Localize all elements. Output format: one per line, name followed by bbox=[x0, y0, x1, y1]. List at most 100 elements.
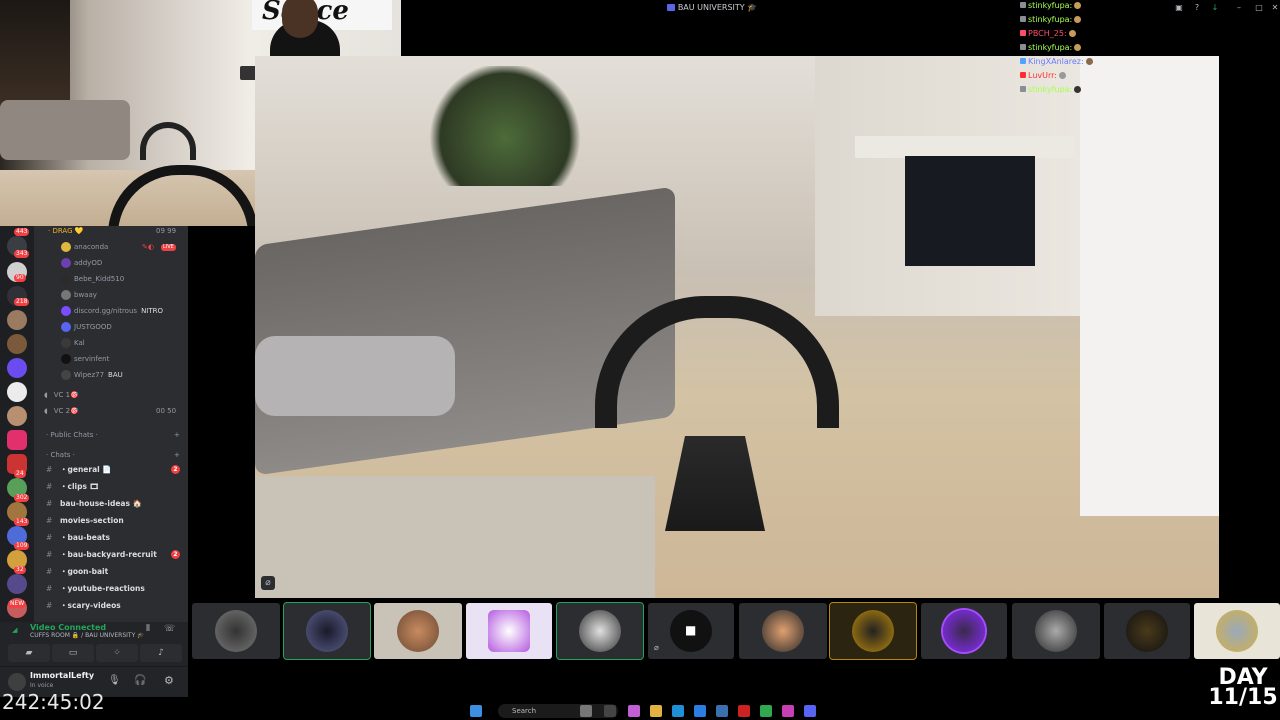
participant-tile[interactable] bbox=[829, 602, 917, 660]
unread-count: 2 bbox=[171, 465, 180, 474]
voice-user[interactable]: discord.gg/nitrous NITRO bbox=[61, 304, 228, 318]
participant-tile[interactable] bbox=[192, 603, 280, 659]
voice-user[interactable]: JUSTGOOD bbox=[61, 320, 228, 334]
disconnect-icon[interactable]: ☏ bbox=[164, 624, 175, 634]
participant-tile[interactable] bbox=[556, 602, 644, 660]
taskbar-app-icon[interactable] bbox=[738, 705, 750, 717]
channel-name: ・goon-bait bbox=[60, 567, 109, 576]
taskbar-app-icon[interactable] bbox=[580, 705, 592, 717]
voice-user[interactable]: addyOD bbox=[61, 256, 228, 270]
file-explorer-icon[interactable] bbox=[650, 705, 662, 717]
camera-icon: ■ bbox=[685, 623, 697, 637]
voice-location[interactable]: CUFFS ROOM 🔒 / BAU UNIVERSITY 🎓 bbox=[30, 632, 145, 640]
chrome-icon[interactable] bbox=[760, 705, 772, 717]
channel-name: ・youtube-reactions bbox=[60, 584, 145, 593]
text-channel[interactable]: # bau-house-ideas 🏠 bbox=[46, 497, 188, 511]
headphones-icon[interactable]: 🎧 bbox=[134, 675, 146, 686]
mic-icon[interactable]: 🎙 bbox=[108, 675, 121, 686]
server-icon[interactable] bbox=[7, 334, 27, 354]
voice-user[interactable]: servinfent bbox=[61, 352, 228, 366]
taskbar-app-icon[interactable] bbox=[628, 705, 640, 717]
avatar bbox=[61, 338, 71, 348]
discord-icon[interactable] bbox=[804, 705, 816, 717]
start-icon[interactable] bbox=[470, 705, 482, 717]
server-icon[interactable] bbox=[7, 358, 27, 378]
user-name: JUSTGOOD bbox=[74, 323, 112, 331]
user-name: bwaay bbox=[74, 291, 97, 299]
camera-button[interactable]: ▰ bbox=[8, 644, 50, 662]
taskbar-app-icon[interactable] bbox=[716, 705, 728, 717]
inbox-icon[interactable]: ▣ bbox=[1174, 3, 1184, 13]
voice-user[interactable]: Wipez77 BAU bbox=[61, 368, 228, 382]
participant-tile[interactable] bbox=[1194, 603, 1280, 659]
instagram-icon[interactable] bbox=[7, 430, 27, 450]
activities-button[interactable]: ⁘ bbox=[96, 644, 138, 662]
muted-mic-icon[interactable]: ⌀ bbox=[261, 576, 275, 590]
channel-category-drag[interactable]: · DRAG 💛 09 99 bbox=[48, 224, 202, 238]
live-badge: LIVE bbox=[161, 244, 176, 251]
taskbar-app-icon[interactable] bbox=[694, 705, 706, 717]
participant-tile[interactable] bbox=[739, 603, 827, 659]
participant-tile[interactable] bbox=[921, 603, 1007, 659]
text-channel[interactable]: # ・bau-backyard-recruit 2 bbox=[46, 548, 188, 562]
participant-tile[interactable] bbox=[466, 603, 552, 659]
server-list: 443 343 90 218 24 302 143 109 32 NEW bbox=[0, 226, 34, 622]
participant-tile[interactable] bbox=[374, 603, 462, 659]
text-channel[interactable]: # ・clips 🎞 bbox=[46, 480, 188, 494]
avatar bbox=[61, 242, 71, 252]
maximize-button[interactable]: □ bbox=[1254, 3, 1264, 13]
taskbar-app-icon[interactable] bbox=[782, 705, 794, 717]
voice-channel-vc1[interactable]: ◖ VC 1🎯 bbox=[44, 388, 198, 402]
emote-icon bbox=[1085, 58, 1093, 65]
add-channel-icon[interactable]: + bbox=[174, 428, 180, 442]
avatar bbox=[397, 610, 439, 652]
server-icon[interactable] bbox=[7, 406, 27, 426]
minimize-button[interactable]: – bbox=[1234, 3, 1244, 13]
help-icon[interactable]: ? bbox=[1192, 3, 1202, 13]
new-badge: NEW bbox=[8, 600, 27, 608]
close-button[interactable]: ✕ bbox=[1270, 3, 1280, 13]
server-icon[interactable] bbox=[7, 310, 27, 330]
taskbar-search[interactable]: Search bbox=[498, 704, 618, 718]
voice-user[interactable]: anaconda ✎◐ LIVE bbox=[61, 240, 228, 254]
participant-tile[interactable] bbox=[1012, 603, 1100, 659]
soundboard-button[interactable]: ♪ bbox=[140, 644, 182, 662]
channel-name: ・clips 🎞 bbox=[60, 482, 100, 491]
hash-icon: # bbox=[46, 550, 53, 559]
text-channel[interactable]: # ・goon-bait bbox=[46, 565, 188, 579]
text-channel[interactable]: # movies-section bbox=[46, 514, 188, 528]
participant-tile[interactable] bbox=[283, 602, 371, 660]
voice-user[interactable]: bwaay bbox=[61, 288, 228, 302]
text-channel[interactable]: # ・scary-videos bbox=[46, 599, 188, 613]
vc2-counts: 00 50 bbox=[156, 407, 177, 415]
gear-icon[interactable]: ⚙ bbox=[164, 674, 174, 687]
voice-user[interactable]: Bebe_Kidd510 bbox=[61, 272, 228, 286]
screen-share-button[interactable]: ▭ bbox=[52, 644, 94, 662]
text-channel[interactable]: # ・general 📄 2 bbox=[46, 463, 188, 477]
noise-suppression-icon[interactable]: ⦀ bbox=[146, 624, 150, 634]
category-chats[interactable]: · Chats · + bbox=[46, 448, 200, 462]
task-view-icon[interactable] bbox=[604, 705, 616, 717]
video-rug bbox=[255, 476, 655, 598]
edge-icon[interactable] bbox=[672, 705, 684, 717]
voice-user[interactable]: Kal bbox=[61, 336, 228, 350]
category-label: · Public Chats · bbox=[46, 431, 98, 439]
stream-chat-overlay: stinkyfupa: stinkyfupa: PBCH_25: stinkyf… bbox=[1020, 0, 1140, 100]
avatar bbox=[306, 610, 348, 652]
download-icon[interactable]: ↓ bbox=[1210, 3, 1220, 13]
participant-tile[interactable] bbox=[1104, 603, 1190, 659]
main-video-stream[interactable]: ⌀ bbox=[255, 56, 1219, 598]
participant-tile[interactable]: ■ ⌀ bbox=[648, 603, 734, 659]
add-channel-icon[interactable]: + bbox=[174, 448, 180, 462]
category-public-chats[interactable]: · Public Chats · + bbox=[46, 428, 200, 442]
avatar bbox=[61, 258, 71, 268]
server-icon[interactable] bbox=[7, 574, 27, 594]
server-icon[interactable] bbox=[7, 382, 27, 402]
emote-icon bbox=[1074, 16, 1082, 23]
voice-channel-vc2[interactable]: ◖ VC 2🎯 00 50 bbox=[44, 404, 198, 418]
avatar[interactable] bbox=[8, 673, 26, 691]
webcam-shelf bbox=[0, 0, 70, 110]
text-channel[interactable]: # ・bau-beats bbox=[46, 531, 188, 545]
video-cushion bbox=[255, 336, 455, 416]
text-channel[interactable]: # ・youtube-reactions bbox=[46, 582, 188, 596]
